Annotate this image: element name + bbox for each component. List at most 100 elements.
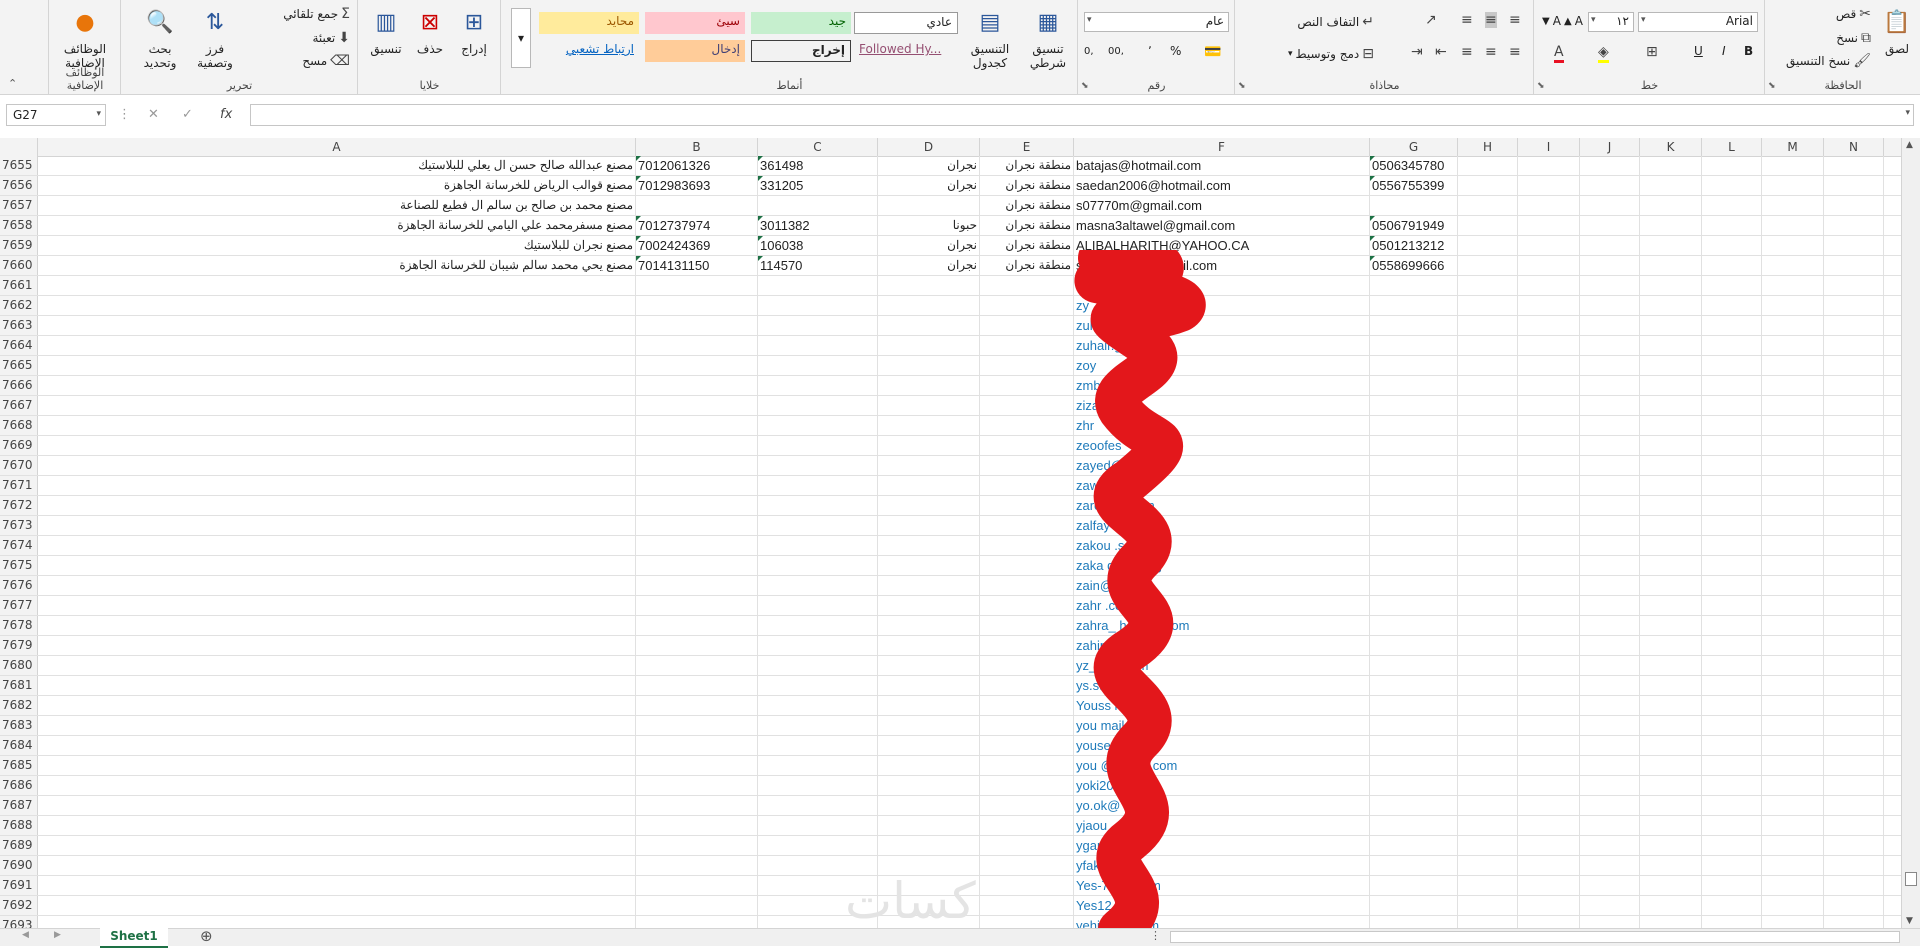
cell-n[interactable] [1824, 816, 1884, 835]
cell-l[interactable] [1702, 476, 1762, 495]
cell-o[interactable] [1884, 396, 1902, 415]
cell-j[interactable] [1580, 216, 1640, 235]
cell-a[interactable] [38, 316, 636, 335]
cell-m[interactable] [1762, 416, 1824, 435]
cell-g[interactable] [1370, 436, 1458, 455]
cell-a[interactable]: مصنع نجران للبلاستيك [38, 236, 636, 255]
row-header[interactable]: 7674 [0, 536, 38, 555]
cell-a[interactable]: مصنع مسفرمحمد علي اليامي للخرسانة الجاهز… [38, 216, 636, 235]
cell-j[interactable] [1580, 796, 1640, 815]
cell-n[interactable] [1824, 536, 1884, 555]
cell-l[interactable] [1702, 676, 1762, 695]
cell-c[interactable] [758, 276, 878, 295]
cell-m[interactable] [1762, 156, 1824, 175]
cell-h[interactable] [1458, 396, 1518, 415]
cell-l[interactable] [1702, 836, 1762, 855]
cell-o[interactable] [1884, 896, 1902, 915]
cell-g[interactable]: 0501213212 [1370, 236, 1458, 255]
cell-a[interactable] [38, 796, 636, 815]
cell-m[interactable] [1762, 216, 1824, 235]
cell-g[interactable] [1370, 716, 1458, 735]
cell-j[interactable] [1580, 456, 1640, 475]
cell-o[interactable] [1884, 456, 1902, 475]
cell-d[interactable]: نجران [878, 176, 980, 195]
cell-g[interactable]: 0506791949 [1370, 216, 1458, 235]
cell-k[interactable] [1640, 816, 1702, 835]
cell-b[interactable] [636, 496, 758, 515]
cell-l[interactable] [1702, 236, 1762, 255]
cell-d[interactable] [878, 536, 980, 555]
cell-k[interactable] [1640, 156, 1702, 175]
cell-n[interactable] [1824, 296, 1884, 315]
cell-c[interactable] [758, 576, 878, 595]
row-header[interactable]: 7661 [0, 276, 38, 295]
cell-j[interactable] [1580, 916, 1640, 928]
row-header[interactable]: 7664 [0, 336, 38, 355]
cell-a[interactable] [38, 496, 636, 515]
cell-a[interactable]: مصنع يحي محمد سالم شيبان للخرسانة الجاهز… [38, 256, 636, 275]
cell-d[interactable] [878, 796, 980, 815]
cell-b[interactable] [636, 296, 758, 315]
cell-k[interactable] [1640, 876, 1702, 895]
cell-d[interactable] [878, 616, 980, 635]
cell-h[interactable] [1458, 896, 1518, 915]
cell-n[interactable] [1824, 216, 1884, 235]
cell-o[interactable] [1884, 236, 1902, 255]
column-header-k[interactable]: K [1640, 138, 1702, 156]
cell-b[interactable] [636, 696, 758, 715]
cell-n[interactable] [1824, 596, 1884, 615]
cell-h[interactable] [1458, 296, 1518, 315]
cell-j[interactable] [1580, 196, 1640, 215]
merge-center-button[interactable]: ⊟ دمج وتوسيط ▾ [1288, 46, 1374, 62]
cell-o[interactable] [1884, 916, 1902, 928]
cell-m[interactable] [1762, 856, 1824, 875]
cell-b[interactable]: 7014131150 [636, 256, 758, 275]
cell-d[interactable]: حبونا [878, 216, 980, 235]
cell-g[interactable] [1370, 536, 1458, 555]
cell-m[interactable] [1762, 536, 1824, 555]
cell-g[interactable]: 0556755399 [1370, 176, 1458, 195]
cell-i[interactable] [1518, 336, 1580, 355]
cell-k[interactable] [1640, 856, 1702, 875]
cell-c[interactable] [758, 676, 878, 695]
cell-b[interactable] [636, 416, 758, 435]
cell-o[interactable] [1884, 736, 1902, 755]
scroll-up-icon[interactable]: ▲ [1906, 140, 1913, 150]
cell-l[interactable] [1702, 336, 1762, 355]
cell-j[interactable] [1580, 316, 1640, 335]
cell-b[interactable]: 7002424369 [636, 236, 758, 255]
cell-d[interactable] [878, 816, 980, 835]
cell-a[interactable] [38, 696, 636, 715]
cell-l[interactable] [1702, 756, 1762, 775]
copy-button[interactable]: ⧉ نسخ [1836, 30, 1871, 46]
cell-b[interactable] [636, 796, 758, 815]
tab-scroll-right-icon[interactable]: ▶ [54, 930, 61, 940]
tab-scroll-left-icon[interactable]: ◀ [22, 930, 29, 940]
cell-k[interactable] [1640, 496, 1702, 515]
row-header[interactable]: 7693 [0, 916, 38, 928]
cell-i[interactable] [1518, 836, 1580, 855]
cell-k[interactable] [1640, 576, 1702, 595]
cell-b[interactable] [636, 736, 758, 755]
cell-n[interactable] [1824, 836, 1884, 855]
format-painter-button[interactable]: 🖌 نسخ التنسيق [1786, 53, 1871, 69]
cell-k[interactable] [1640, 336, 1702, 355]
cell-k[interactable] [1640, 196, 1702, 215]
cell-c[interactable] [758, 296, 878, 315]
cell-i[interactable] [1518, 476, 1580, 495]
insert-cells-button[interactable]: ⊞ إدراج [454, 8, 494, 57]
cell-b[interactable] [636, 896, 758, 915]
row-header[interactable]: 7672 [0, 496, 38, 515]
name-box[interactable]: G27 ▾ [6, 104, 106, 126]
cell-k[interactable] [1640, 176, 1702, 195]
cell-m[interactable] [1762, 596, 1824, 615]
cell-d[interactable] [878, 336, 980, 355]
cell-d[interactable] [878, 456, 980, 475]
style-normal[interactable]: عادي [854, 12, 958, 34]
cell-n[interactable] [1824, 556, 1884, 575]
cell-d[interactable] [878, 736, 980, 755]
row-header[interactable]: 7676 [0, 576, 38, 595]
cell-l[interactable] [1702, 516, 1762, 535]
cell-g[interactable] [1370, 816, 1458, 835]
cell-h[interactable] [1458, 556, 1518, 575]
